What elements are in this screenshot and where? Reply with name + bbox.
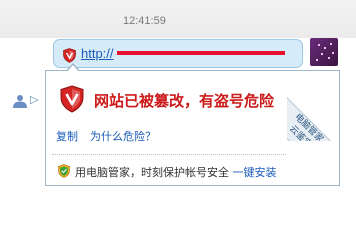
footer-message: 用电脑管家，时刻保护帐号安全 一键安装 bbox=[75, 164, 277, 180]
shield-warning-icon bbox=[60, 85, 84, 113]
shield-warning-icon bbox=[63, 48, 76, 63]
divider bbox=[52, 154, 286, 155]
message-timestamp: 12:41:59 bbox=[123, 15, 166, 27]
popup-pointer-fill bbox=[67, 65, 79, 72]
footer-text: 用电脑管家，时刻保护帐号安全 bbox=[75, 166, 229, 179]
avatar[interactable] bbox=[310, 38, 338, 66]
install-link[interactable]: 一键安装 bbox=[233, 166, 277, 179]
cloud-verify-ribbon: 电脑管家 云鉴定 bbox=[287, 71, 340, 141]
warning-title: 网站已被篡改，有盗号危险 bbox=[94, 92, 275, 110]
url-redaction-bar bbox=[117, 51, 285, 55]
expand-arrow-icon[interactable]: ▷ bbox=[30, 93, 38, 106]
chat-header-area bbox=[0, 0, 356, 38]
why-dangerous-link[interactable]: 为什么危险？ bbox=[90, 128, 156, 144]
message-url-link[interactable]: http:// bbox=[81, 46, 114, 61]
user-icon[interactable] bbox=[12, 94, 28, 108]
copy-link[interactable]: 复制 bbox=[56, 128, 78, 144]
security-warning-popup: 网站已被篡改，有盗号危险 复制 为什么危险？ 用电脑管家，时刻保护帐号安全 一键… bbox=[45, 70, 340, 186]
guardian-shield-icon bbox=[58, 164, 70, 178]
